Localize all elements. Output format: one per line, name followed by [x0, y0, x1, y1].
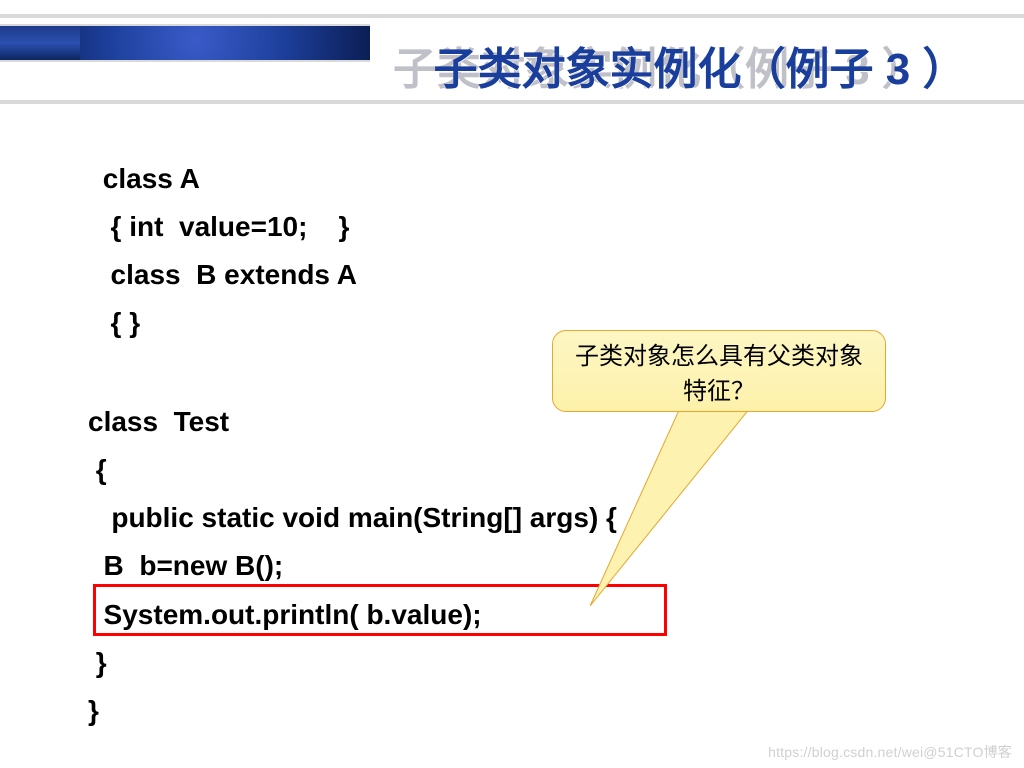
highlight-box [93, 584, 667, 636]
code-block-test: class Test { public static void main(Str… [88, 398, 617, 735]
watermark-text: https://blog.csdn.net/wei@51CTO博客 [768, 742, 1012, 762]
code-block-classes: class A { int value=10; } class B extend… [95, 155, 895, 348]
slide-title-block: 子类对象实例化（例子 3 ） 子类对象实例化（例子 3 ） [390, 30, 1010, 100]
header-stripe-top [0, 14, 1024, 18]
header-bar-left [0, 24, 80, 62]
header-bar-right [80, 24, 370, 62]
callout-tail [590, 406, 750, 606]
annotation-callout: 子类对象怎么具有父类对象 特征？ [552, 330, 886, 412]
slide-header: 子类对象实例化（例子 3 ） 子类对象实例化（例子 3 ） [0, 0, 1024, 110]
callout-text-line1: 子类对象怎么具有父类对象 [575, 336, 863, 371]
callout-text-line2: 特征？ [683, 371, 755, 406]
slide-title: 子类对象实例化（例子 3 ） [434, 33, 967, 97]
header-stripe-bottom [0, 100, 1024, 104]
